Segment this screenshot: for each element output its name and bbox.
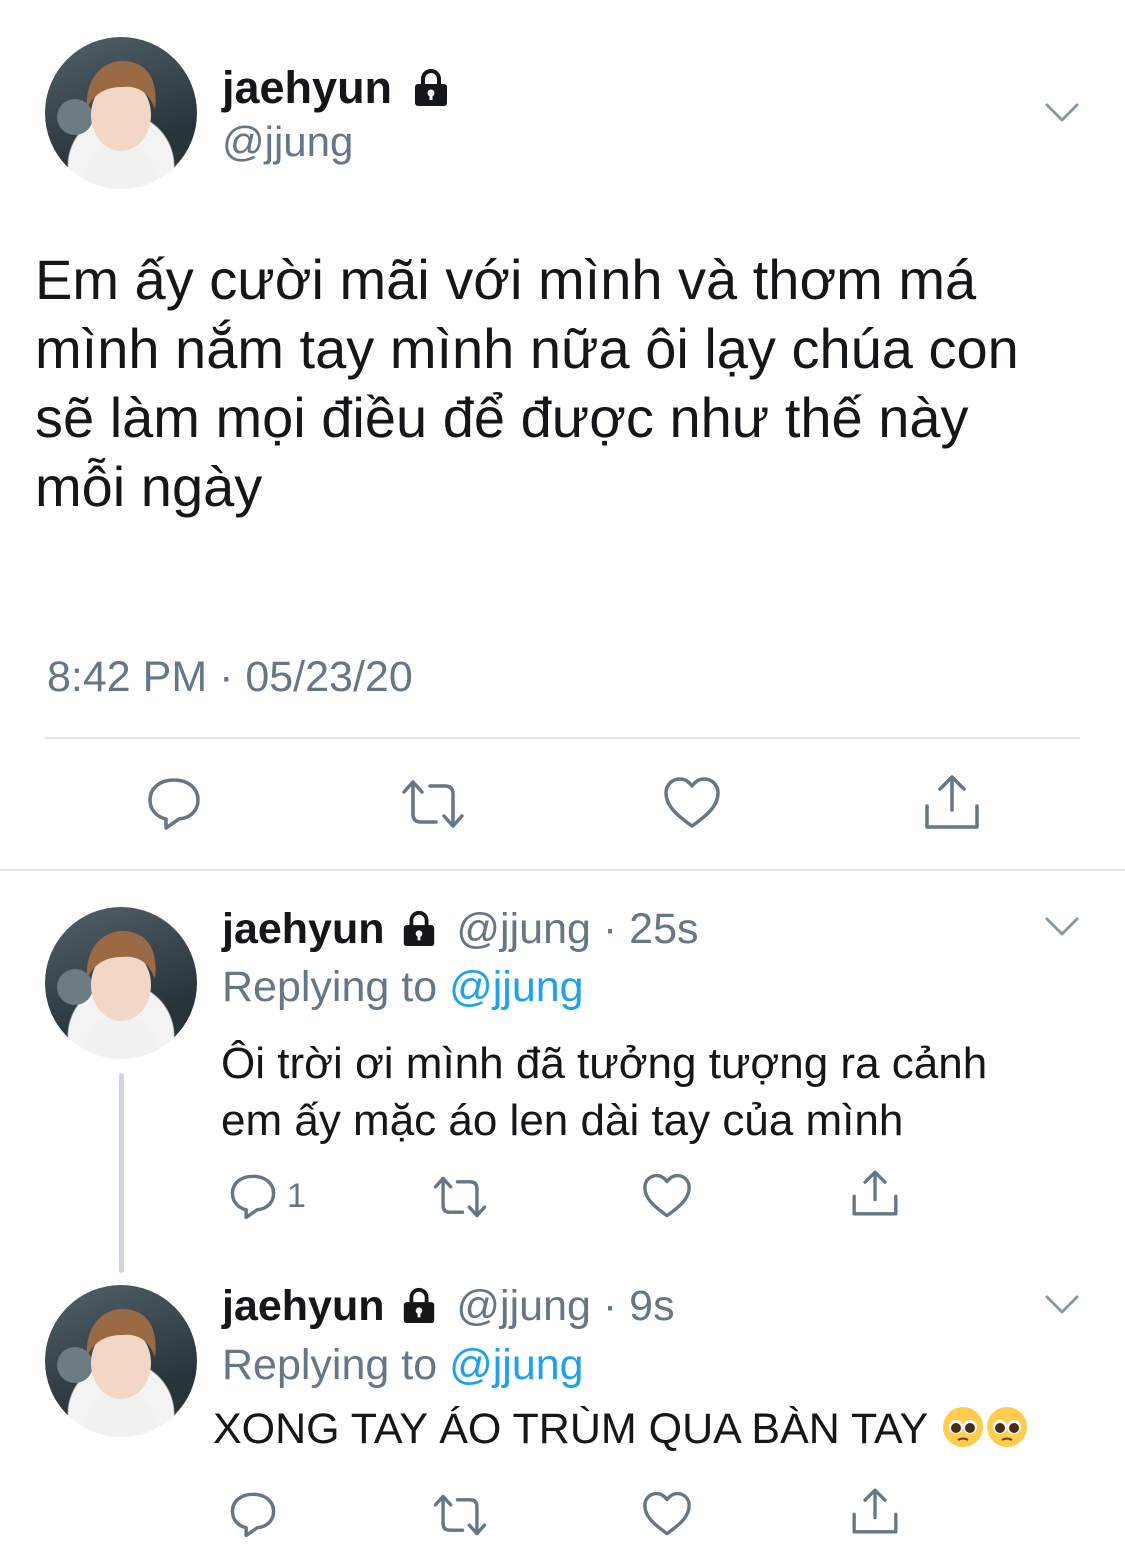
replying-to: Replying to @jjung [222,1341,584,1390]
tweet-text-line: sẽ làm mọi điều để được như thế này [35,386,969,449]
replying-to: Replying to @jjung [222,963,584,1012]
chevron-down-icon[interactable] [1045,103,1079,123]
tweet-text-line: mình nắm tay mình nữa ôi lạy chúa con [35,317,1019,380]
separator: · [602,1282,618,1330]
share-button[interactable] [922,772,982,832]
replying-to-handle[interactable]: @jjung [449,963,584,1011]
reply-text: XONG TAY ÁO TRÙM QUA BÀN TAY [213,1401,1028,1457]
chevron-down-icon[interactable] [1045,917,1079,937]
separator: · [602,905,618,953]
share-button[interactable] [850,1168,900,1218]
lock-icon [404,910,435,946]
timestamp[interactable]: 8:42 PM · 05/23/20 [47,653,413,702]
replying-to-label: Replying to [222,1341,438,1389]
handle[interactable]: @jjung [222,118,353,166]
reply-text: Ôi trời ơi mình đã tưởng tượng ra cảnh e… [221,1035,987,1149]
lock-icon [404,1287,435,1323]
pleading-face-emoji [987,1407,1028,1447]
reply-header: jaehyun @jjung · 9s [222,1282,675,1331]
share-icon [852,1170,898,1216]
handle[interactable]: @jjung [456,1282,591,1330]
retweet-icon [402,780,464,828]
relative-time[interactable]: 25s [629,905,698,953]
reply-button[interactable] [146,775,202,831]
reply-text-line: em ấy mặc áo len dài tay của mình [221,1096,904,1145]
like-button[interactable] [642,1173,692,1219]
retweet-button[interactable] [432,1175,488,1219]
thread-line [119,1073,124,1273]
like-icon [643,1173,691,1218]
tweet-text-line: Em ấy cười mãi với mình và thơm má [35,248,977,311]
share-icon [852,1488,898,1534]
reply-icon [230,1492,276,1538]
retweet-icon [433,1494,487,1536]
display-name[interactable]: jaehyun [222,905,385,953]
like-button[interactable] [663,776,721,830]
relative-time[interactable]: 9s [629,1282,674,1330]
avatar[interactable] [45,907,197,1059]
retweet-icon [433,1176,487,1218]
like-button[interactable] [642,1491,692,1537]
avatar[interactable] [45,37,197,189]
reply-icon [148,778,200,830]
like-icon [643,1491,691,1536]
divider [0,869,1125,871]
replying-to-label: Replying to [222,963,438,1011]
display-name[interactable]: jaehyun [222,62,451,114]
tweet-text-line: mỗi ngày [35,455,263,518]
tweet-text: Em ấy cười mãi với mình và thơm má mình … [35,245,1019,521]
pleading-face-emoji [943,1407,984,1447]
lock-icon [414,69,447,107]
display-name-text[interactable]: jaehyun [222,62,392,113]
display-name[interactable]: jaehyun [222,1282,385,1330]
reply-count: 1 [287,1176,306,1215]
chevron-down-icon[interactable] [1045,1295,1079,1315]
like-icon [664,777,720,828]
reply-text-line: Ôi trời ơi mình đã tưởng tượng ra cảnh [221,1039,988,1088]
reply-icon [230,1174,276,1220]
reply-button[interactable] [229,1490,277,1538]
avatar[interactable] [45,1285,197,1437]
retweet-button[interactable] [400,778,466,830]
replying-to-handle[interactable]: @jjung [449,1341,584,1389]
handle[interactable]: @jjung [456,905,591,953]
reply-button[interactable]: 1 [229,1172,306,1220]
share-icon [925,775,979,829]
retweet-button[interactable] [432,1493,488,1537]
divider [45,737,1080,739]
share-button[interactable] [850,1486,900,1536]
reply-text-line: XONG TAY ÁO TRÙM QUA BÀN TAY [213,1405,928,1453]
reply-header: jaehyun @jjung · 25s [222,905,699,954]
